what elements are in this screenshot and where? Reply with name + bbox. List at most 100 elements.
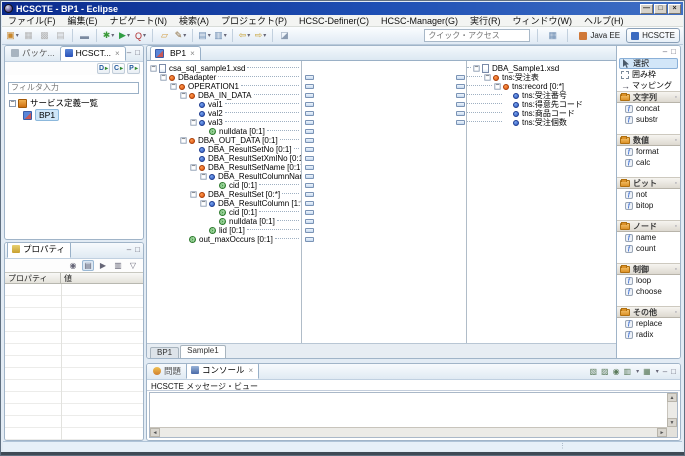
filter-button[interactable]: ▥ (112, 261, 124, 270)
back-button[interactable]: ⇦▾ (237, 28, 252, 43)
source-tree-node[interactable]: −DBA_ResultColumnName [1:*] (147, 172, 301, 181)
property-row[interactable] (5, 428, 143, 440)
sash-grip[interactable]: ⋮ (559, 443, 566, 451)
menu-item[interactable]: HCSC-Manager(G) (375, 16, 464, 26)
perspective-hcscte-button[interactable]: HCSCTE (626, 28, 680, 43)
horizontal-scrollbar[interactable]: ◄ ► (150, 427, 667, 437)
source-tree-node[interactable]: −DBA_IN_DATA (147, 91, 301, 100)
source-tree-node[interactable]: @cid [0:1] (147, 181, 301, 190)
dropdown-arrow-icon[interactable]: ▾ (16, 32, 19, 39)
new-wizard-button[interactable]: ▣▾ (5, 28, 20, 43)
expander-icon[interactable]: − (494, 83, 500, 89)
mapping-port[interactable] (305, 129, 314, 134)
mapping-port[interactable] (305, 201, 314, 206)
expander-icon[interactable]: − (190, 164, 196, 170)
dropdown-arrow-icon[interactable]: ▾ (247, 32, 250, 39)
vertical-scrollbar[interactable]: ▲ ▼ (667, 393, 677, 427)
mapping-port[interactable] (305, 192, 314, 197)
palette-item-radix[interactable]: fradix (617, 329, 680, 340)
source-tree-node[interactable]: @nulldata [0:1] (147, 127, 301, 136)
palette-item-calc[interactable]: fcalc (617, 157, 680, 168)
mapping-port[interactable] (305, 102, 314, 107)
mapping-port[interactable] (305, 111, 314, 116)
scroll-left-icon[interactable]: ◄ (150, 428, 160, 437)
mapping-port[interactable] (456, 84, 465, 89)
close-icon[interactable]: × (115, 49, 120, 58)
quick-access-input[interactable] (424, 29, 530, 42)
target-tree-node[interactable]: −tns:受注表 (467, 73, 616, 82)
palette-item-loop[interactable]: floop (617, 275, 680, 286)
mapping-port[interactable] (305, 183, 314, 188)
dropdown-arrow-icon[interactable]: ▾ (143, 32, 146, 39)
property-row[interactable] (5, 308, 143, 320)
palette-group-header[interactable]: 数値◦ (617, 134, 680, 146)
dropdown-arrow-icon[interactable]: ▾ (111, 32, 114, 39)
expander-icon[interactable]: − (9, 100, 16, 107)
next-annotation-button[interactable]: ▤▾ (197, 28, 212, 43)
expander-icon[interactable]: − (160, 74, 166, 80)
target-tree-node[interactable]: tns:受注個数 (467, 118, 616, 127)
hcsc-setup-button[interactable]: ▬ (77, 28, 92, 43)
display-selected-console-button[interactable]: ▥ (624, 367, 632, 376)
expander-icon[interactable]: − (180, 137, 186, 143)
pin-console-button[interactable]: ◉ (613, 367, 620, 376)
palette-tool-marquee[interactable]: 囲み枠 (619, 69, 678, 80)
expander-icon[interactable]: − (200, 173, 206, 179)
mapping-port[interactable] (456, 93, 465, 98)
dropdown-arrow-icon[interactable]: ▾ (636, 368, 639, 375)
close-icon[interactable]: × (249, 366, 254, 375)
palette-group-header[interactable]: その他◦ (617, 306, 680, 318)
palette-item-count[interactable]: fcount (617, 243, 680, 254)
property-row[interactable] (5, 404, 143, 416)
expander-icon[interactable]: − (190, 191, 196, 197)
menu-item[interactable]: ファイル(F) (2, 14, 62, 27)
sheet-tab-sample1[interactable]: Sample1 (180, 345, 226, 358)
palette-item-bitop[interactable]: fbitop (617, 200, 680, 211)
source-tree-node[interactable]: −DBA_ResultSet [0:*] (147, 190, 301, 199)
explorer-action-c-button[interactable]: C▸ (112, 63, 125, 74)
explorer-action-d-button[interactable]: D▸ (97, 63, 110, 74)
expander-icon[interactable]: − (473, 65, 479, 71)
property-row[interactable] (5, 320, 143, 332)
run-button[interactable]: ▶▾ (117, 28, 132, 43)
minimize-view-icon[interactable]: – (663, 367, 667, 376)
source-tree-node[interactable]: val1 (147, 100, 301, 109)
source-tree-node[interactable]: −DBA_OUT_DATA [0:1] (147, 136, 301, 145)
scroll-right-icon[interactable]: ► (657, 428, 667, 437)
palette-item-not[interactable]: fnot (617, 189, 680, 200)
minimize-view-icon[interactable]: – (127, 49, 131, 57)
show-advanced-button[interactable]: ▶ (97, 261, 109, 270)
forward-button[interactable]: ⇨▾ (253, 28, 268, 43)
expander-icon[interactable]: − (484, 74, 490, 80)
tab-package-explorer[interactable]: パッケ... (7, 46, 60, 61)
scroll-down-icon[interactable]: ▼ (667, 418, 677, 427)
mapping-port[interactable] (305, 138, 314, 143)
source-tree-node[interactable]: val2 (147, 109, 301, 118)
maximize-button[interactable]: □ (654, 4, 667, 14)
palette-group-header[interactable]: ノード◦ (617, 220, 680, 232)
service-definition-root[interactable]: − サービス定義一覧 (5, 97, 143, 109)
palette-item-replace[interactable]: freplace (617, 318, 680, 329)
pin-icon[interactable]: ◦ (675, 223, 677, 230)
tab-properties[interactable]: プロパティ (7, 242, 71, 258)
explorer-action-p-button[interactable]: P▸ (127, 63, 140, 74)
tab-problems[interactable]: 問題 (149, 364, 186, 379)
debug-button[interactable]: ✱▾ (101, 28, 116, 43)
close-icon[interactable]: × (190, 49, 195, 58)
property-row[interactable] (5, 344, 143, 356)
run-external-tools-button[interactable]: Q▾ (133, 28, 148, 43)
dropdown-arrow-icon[interactable]: ▾ (224, 32, 227, 39)
previous-annotation-button[interactable]: ▥▾ (213, 28, 228, 43)
minimize-palette-icon[interactable]: – (663, 48, 667, 58)
remove-launch-button[interactable]: ▨ (601, 367, 609, 376)
mapping-port[interactable] (305, 93, 314, 98)
mapping-port[interactable] (305, 174, 314, 179)
mapping-port[interactable] (456, 75, 465, 80)
target-tree-node[interactable]: −DBA_Sample1.xsd (467, 64, 616, 73)
pin-icon[interactable]: ◦ (675, 94, 677, 101)
palette-tool-arrow[interactable]: →マッピング (619, 80, 678, 91)
menu-item[interactable]: ナビゲート(N) (104, 14, 174, 27)
source-tree-node[interactable]: @cid [0:1] (147, 208, 301, 217)
palette-item-concat[interactable]: fconcat (617, 103, 680, 114)
mapping-port[interactable] (305, 147, 314, 152)
